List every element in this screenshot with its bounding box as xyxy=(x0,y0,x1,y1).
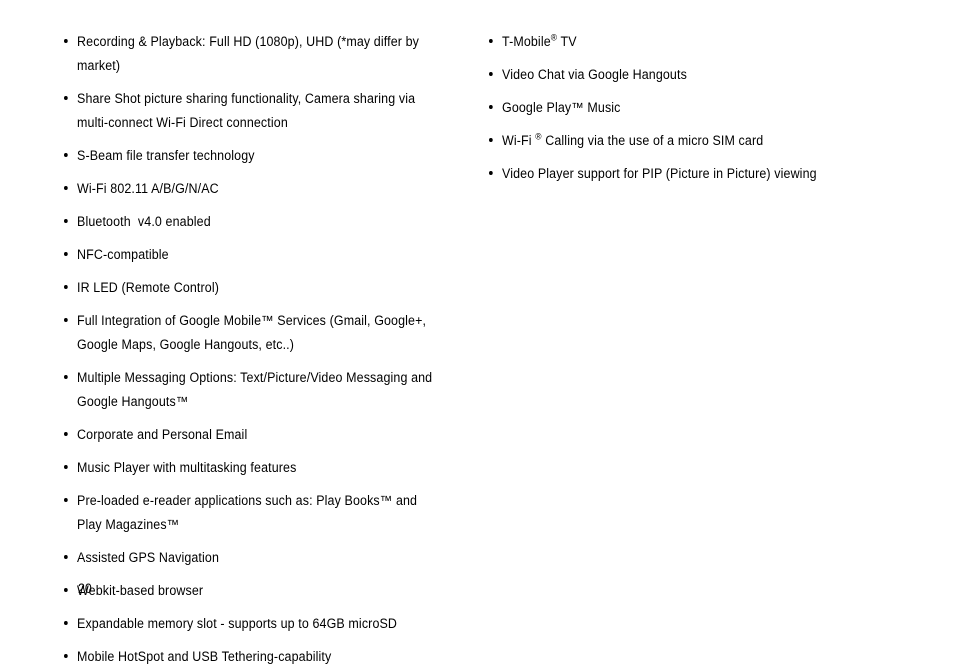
list-item: Video Player support for PIP (Picture in… xyxy=(489,162,907,186)
list-item: Assisted GPS Navigation xyxy=(64,546,436,570)
list-item: Share Shot picture sharing functionality… xyxy=(64,87,436,135)
list-item-text: Mobile HotSpot and USB Tethering-capabil… xyxy=(77,649,332,664)
list-item: Bluetooth v4.0 enabled xyxy=(64,210,436,234)
two-column-layout: Recording & Playback: Full HD (1080p), U… xyxy=(0,30,954,669)
list-item-text: NFC-compatible xyxy=(77,247,169,262)
list-item: NFC-compatible xyxy=(64,243,436,267)
bullet-point-icon xyxy=(489,171,493,175)
bullet-point-icon xyxy=(64,285,68,289)
list-item-text: Corporate and Personal Email xyxy=(77,427,248,442)
list-item-text: T-Mobile® TV xyxy=(502,32,577,49)
left-column: Recording & Playback: Full HD (1080p), U… xyxy=(0,30,480,669)
list-item: Webkit-based browser xyxy=(64,579,436,603)
bullet-point-icon xyxy=(64,621,68,625)
bullet-point-icon xyxy=(64,153,68,157)
list-item: T-Mobile® TV xyxy=(489,30,907,54)
bullet-point-icon xyxy=(64,498,68,502)
list-item-text: IR LED (Remote Control) xyxy=(77,280,219,295)
list-item: Google Play™ Music xyxy=(489,96,907,120)
bullet-point-icon xyxy=(64,219,68,223)
bullet-point-icon xyxy=(489,72,493,76)
list-item-text: Music Player with multitasking features xyxy=(77,460,297,475)
bullet-point-icon xyxy=(64,318,68,322)
list-item: Full Integration of Google Mobile™ Servi… xyxy=(64,309,436,357)
bullet-point-icon xyxy=(64,432,68,436)
bullet-point-icon xyxy=(64,39,68,43)
list-item-text: Assisted GPS Navigation xyxy=(77,550,220,565)
list-item-text: Webkit-based browser xyxy=(77,583,204,598)
bullet-point-icon xyxy=(489,105,493,109)
list-item-text: Video Player support for PIP (Picture in… xyxy=(502,166,817,181)
list-item: Wi-Fi ® Calling via the use of a micro S… xyxy=(489,129,907,153)
list-item: Video Chat via Google Hangouts xyxy=(489,63,907,87)
bullet-point-icon xyxy=(64,465,68,469)
list-item: S-Beam file transfer technology xyxy=(64,144,436,168)
list-item-text: Pre-loaded e-reader applications such as… xyxy=(77,493,418,532)
bullet-point-icon xyxy=(489,138,493,142)
list-item-text: Share Shot picture sharing functionality… xyxy=(77,91,416,130)
list-item-text: Full Integration of Google Mobile™ Servi… xyxy=(77,313,427,352)
list-item: Wi-Fi 802.11 A/B/G/N/AC xyxy=(64,177,436,201)
document-page: Recording & Playback: Full HD (1080p), U… xyxy=(0,0,954,664)
list-item-text: Bluetooth v4.0 enabled xyxy=(77,214,211,229)
bullet-point-icon xyxy=(64,96,68,100)
right-column: T-Mobile® TV Video Chat via Google Hangou… xyxy=(480,30,954,186)
list-item: Corporate and Personal Email xyxy=(64,423,436,447)
list-item-text: Wi-Fi ® Calling via the use of a micro S… xyxy=(502,131,764,148)
list-item-text: Google Play™ Music xyxy=(502,100,621,115)
page-number: 20 xyxy=(78,581,92,596)
feature-list-left: Recording & Playback: Full HD (1080p), U… xyxy=(64,30,464,669)
feature-list-right: T-Mobile® TV Video Chat via Google Hangou… xyxy=(489,30,938,186)
bullet-point-icon xyxy=(64,588,68,592)
list-item-text: Video Chat via Google Hangouts xyxy=(502,67,687,82)
bullet-point-icon xyxy=(64,555,68,559)
list-item: Multiple Messaging Options: Text/Picture… xyxy=(64,366,436,414)
list-item: Music Player with multitasking features xyxy=(64,456,436,480)
bullet-point-icon xyxy=(64,654,68,658)
list-item: Recording & Playback: Full HD (1080p), U… xyxy=(64,30,436,78)
list-item: IR LED (Remote Control) xyxy=(64,276,436,300)
list-item: Mobile HotSpot and USB Tethering-capabil… xyxy=(64,645,436,669)
list-item-text: S-Beam file transfer technology xyxy=(77,148,255,163)
bullet-point-icon xyxy=(64,252,68,256)
list-item-text: Expandable memory slot - supports up to … xyxy=(77,616,398,631)
bullet-point-icon xyxy=(489,39,493,43)
bullet-point-icon xyxy=(64,186,68,190)
bullet-point-icon xyxy=(64,375,68,379)
list-item: Pre-loaded e-reader applications such as… xyxy=(64,489,436,537)
list-item-text: Multiple Messaging Options: Text/Picture… xyxy=(77,370,433,409)
list-item-text: Wi-Fi 802.11 A/B/G/N/AC xyxy=(77,181,219,196)
list-item-text: Recording & Playback: Full HD (1080p), U… xyxy=(77,34,419,73)
list-item: Expandable memory slot - supports up to … xyxy=(64,612,436,636)
